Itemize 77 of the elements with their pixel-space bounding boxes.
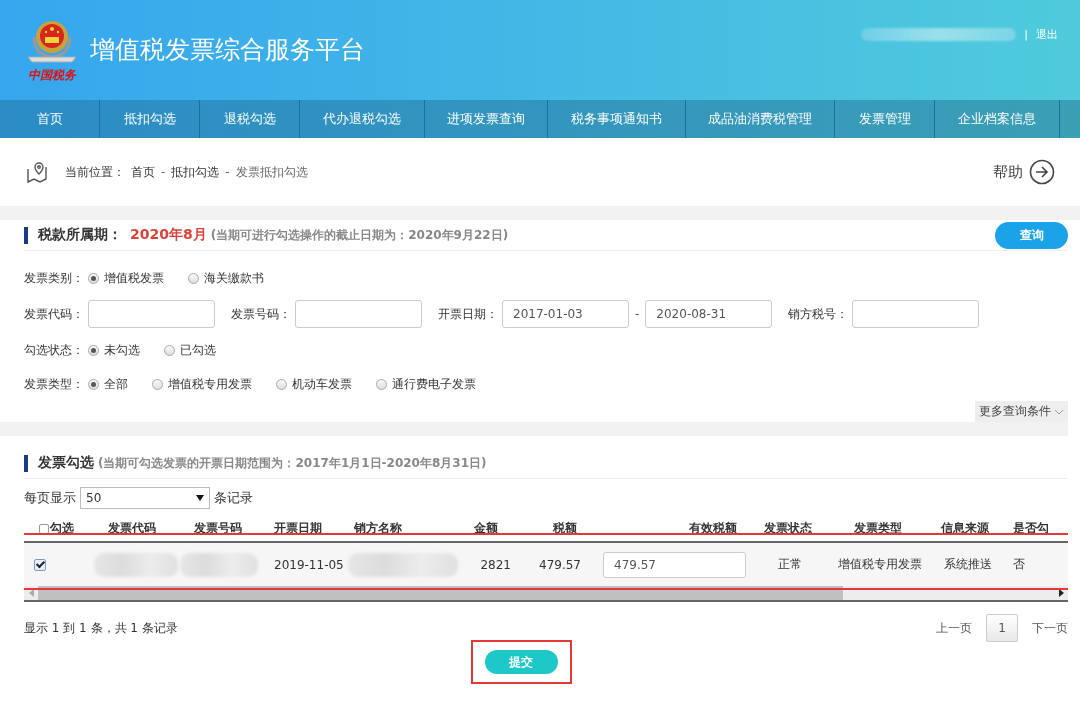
filter-label: 发票类别： [24, 269, 84, 287]
page-size-label: 每页显示 [24, 489, 76, 507]
radio-label[interactable]: 通行费电子发票 [392, 375, 476, 393]
filter-label: 发票代码： [24, 305, 84, 323]
period-value: 2020年8月 [130, 226, 207, 244]
table-cell: 正常 [778, 556, 802, 573]
radio-label[interactable]: 未勾选 [104, 341, 140, 359]
page-number-button[interactable]: 1 [986, 614, 1018, 642]
column-header: 金额 [474, 520, 498, 537]
page-size-select[interactable]: 50 [80, 487, 210, 509]
nav-item[interactable]: 抵扣勾选 [100, 100, 200, 138]
checkbox[interactable] [34, 558, 46, 571]
section-note: (当期可进行勾选操作的截止日期为：2020年9月22日) [210, 226, 509, 244]
chevron-down-icon [1054, 407, 1064, 416]
breadcrumb-separator: - [161, 165, 166, 179]
radio-label[interactable]: 机动车发票 [292, 375, 352, 393]
table-cell: 增值税专用发票 [838, 556, 922, 573]
column-header: 销方名称 [354, 520, 402, 537]
table-cell: 2019-11-05 [274, 557, 344, 572]
filter-label: 销方税号： [788, 305, 849, 323]
next-page-link[interactable]: 下一页 [1032, 619, 1068, 637]
help-button[interactable]: 帮助 [993, 159, 1055, 185]
radio-button[interactable] [188, 272, 199, 284]
radio-label[interactable]: 增值税专用发票 [168, 375, 252, 393]
radio-button[interactable] [276, 378, 287, 390]
radio-button[interactable] [88, 378, 99, 390]
column-header: 发票类型 [853, 520, 902, 537]
section-note: (当期可勾选发票的开票日期范围为：2017年1月1日-2020年8月31日) [98, 454, 487, 472]
radio-button[interactable] [164, 344, 175, 356]
radio-button[interactable] [376, 378, 387, 390]
radio-label[interactable]: 全部 [104, 375, 128, 393]
breadcrumb-item[interactable]: 发票抵扣勾选 [235, 163, 308, 181]
logo-text: 中国税务 [28, 66, 76, 84]
map-pin-icon [25, 160, 49, 184]
filter-label: 发票号码： [231, 305, 291, 323]
filter-label: 发票类型： [24, 375, 84, 393]
column-header: 税额 [553, 520, 577, 537]
input-field[interactable]: 2020-08-31 [645, 300, 773, 328]
input-field[interactable] [295, 300, 422, 328]
checkbox[interactable] [39, 523, 49, 534]
nav-item[interactable]: 代办退税勾选 [300, 100, 425, 138]
breadcrumb-item[interactable]: 首页 [131, 163, 155, 181]
app-title: 增值税发票综合服务平台 [90, 33, 365, 66]
section-title: 税款所属期： [38, 226, 122, 244]
record-summary: 显示 1 到 1 条，共 1 条记录 [24, 619, 178, 637]
radio-button[interactable] [88, 344, 99, 356]
section-title: 发票勾选 [38, 454, 94, 472]
radio-button[interactable] [88, 272, 99, 284]
more-conditions-button[interactable]: 更多查询条件 [975, 401, 1068, 422]
column-header: 发票号码 [194, 520, 242, 537]
table-cell: 479.57 [539, 557, 581, 572]
table-cell: 系统推送 [943, 556, 992, 573]
breadcrumb-separator: - [225, 165, 230, 179]
filter-label: 开票日期： [438, 305, 498, 323]
filter-label: 勾选状态： [24, 341, 84, 359]
arrow-right-icon [1029, 159, 1055, 185]
column-header: 开票日期 [274, 520, 322, 537]
radio-label[interactable]: 增值税发票 [104, 269, 164, 287]
breadcrumb-item[interactable]: 抵扣勾选 [171, 163, 220, 181]
separator-text: | [1024, 28, 1028, 41]
input-field[interactable] [88, 300, 215, 328]
nav-item[interactable]: 首页 [0, 100, 100, 138]
input-field[interactable]: 2017-01-03 [502, 300, 629, 328]
radio-button[interactable] [152, 378, 163, 390]
radio-label[interactable]: 海关缴款书 [204, 269, 264, 287]
input-field[interactable] [852, 300, 980, 328]
table-cell: 2821 [480, 557, 511, 572]
breadcrumb-label: 当前位置： [65, 163, 125, 181]
radio-label[interactable]: 已勾选 [180, 341, 216, 359]
range-separator: - [635, 307, 640, 321]
nav-item[interactable]: 退税勾选 [200, 100, 300, 138]
tax-input-field[interactable]: 479.57 [603, 551, 746, 578]
dropdown-arrow-icon [196, 495, 204, 501]
prev-page-link[interactable]: 上一页 [936, 619, 972, 637]
column-header: 发票代码 [108, 520, 156, 537]
page-size-suffix: 条记录 [214, 489, 253, 507]
table-cell: 否 [1013, 556, 1025, 573]
